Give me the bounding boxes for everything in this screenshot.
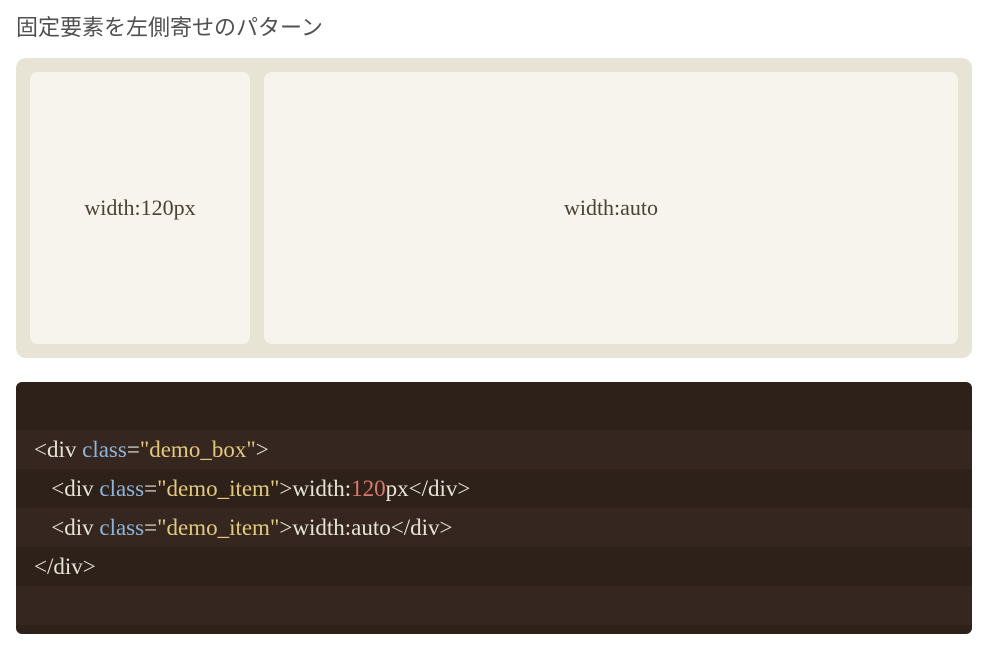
code-token: class [99,476,144,501]
code-block: <div class="demo_box"> <div class="demo_… [16,382,972,634]
demo-box: width:120px width:auto [16,58,972,358]
code-token: 120 [351,476,386,501]
code-token: div [428,476,457,501]
demo-item-fixed: width:120px [30,72,250,344]
demo-item-auto: width:auto [264,72,958,344]
code-token: > [457,476,470,501]
code-token: </ [391,515,410,540]
code-token: < [51,515,64,540]
code-token: div [64,515,93,540]
code-token: > [439,515,452,540]
code-token: < [34,437,47,462]
code-token: "demo_box" [140,437,256,462]
code-token [34,515,51,540]
code-token: "demo_item" [157,476,279,501]
code-line-3: <div class="demo_item">width:auto</div> [34,508,954,547]
code-token: div [47,437,76,462]
code-token: </ [34,554,53,579]
code-token: = [127,437,140,462]
code-line-1: <div class="demo_box"> [34,430,954,469]
code-token: class [82,437,127,462]
section-heading: 固定要素を左側寄せのパターン [0,0,988,58]
code-token: class [99,515,144,540]
code-token: > [256,437,269,462]
code-token: = [144,476,157,501]
code-token [34,476,51,501]
code-line-4: </div> [34,547,954,586]
code-token: > [279,476,292,501]
code-token: </ [409,476,428,501]
code-token: width:auto [292,515,390,540]
code-token: div [53,554,82,579]
code-token: > [83,554,96,579]
code-token: "demo_item" [157,515,279,540]
code-token: px [386,476,409,501]
code-token: < [51,476,64,501]
code-token: div [410,515,439,540]
code-token: div [64,476,93,501]
code-token: = [144,515,157,540]
code-token: > [279,515,292,540]
code-token: width: [292,476,351,501]
code-line-2: <div class="demo_item">width:120px</div> [34,469,954,508]
